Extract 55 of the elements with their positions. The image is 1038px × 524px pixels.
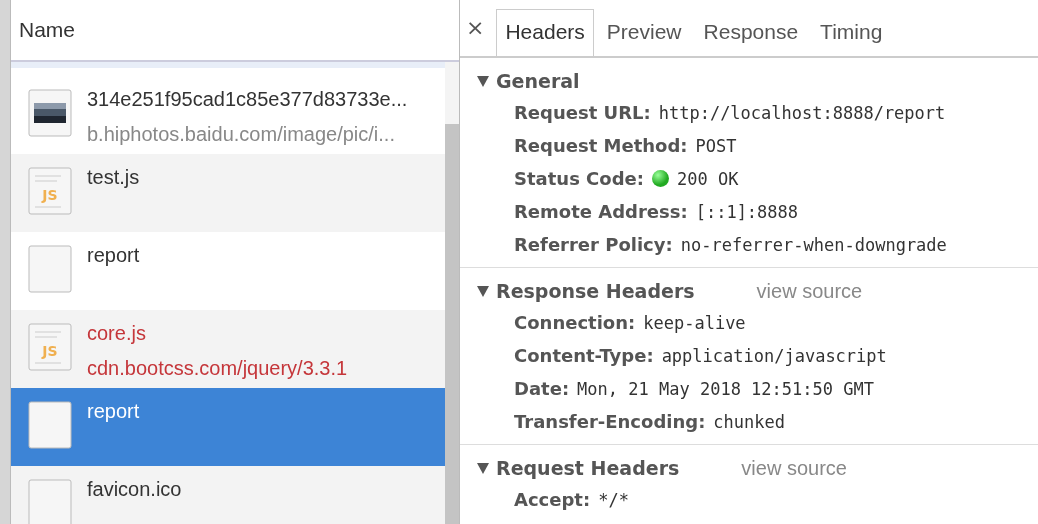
header-value: chunked: [713, 411, 785, 432]
tab[interactable]: Headers: [496, 9, 594, 56]
expanded-triangle-icon[interactable]: [476, 74, 490, 88]
header-value: 200 OK: [677, 168, 739, 189]
header-value: no-referrer-when-downgrade: [680, 234, 947, 255]
expanded-triangle-icon[interactable]: [476, 284, 490, 298]
request-domain: b.hiphotos.baidu.com/image/pic/i...: [87, 123, 396, 146]
header-name: Request URL:: [514, 102, 651, 123]
header-value: POST: [695, 135, 737, 156]
header-value: http://localhost:8888/report: [658, 102, 946, 123]
header-name: Referrer Policy:: [514, 234, 673, 255]
request-row[interactable]: favicon.ico: [11, 466, 445, 524]
header-value: Mon, 21 May 2018 12:51:50 GMT: [577, 378, 874, 399]
header-value: keep-alive: [643, 312, 746, 333]
request-name: report: [87, 400, 140, 423]
tab[interactable]: Response: [694, 9, 808, 56]
request-name: favicon.ico: [87, 478, 182, 501]
close-button[interactable]: ×: [460, 15, 493, 56]
request-row[interactable]: 314e251f95cad1c85e377d83733e... b.hiphotos.baidu.com/image/pic/i...: [11, 76, 445, 154]
column-header[interactable]: Name: [19, 18, 76, 42]
view-source-link[interactable]: view source: [741, 456, 847, 480]
request-row[interactable]: report: [11, 388, 445, 466]
file-icon: [27, 244, 73, 294]
request-domain: cdn.bootcss.com/jquery/3.3.1: [87, 357, 348, 380]
header-name: Date:: [514, 378, 570, 399]
header-value: */*: [598, 489, 629, 510]
section-title[interactable]: General: [496, 70, 580, 92]
section-title[interactable]: Request Headers: [496, 457, 680, 479]
request-row[interactable]: JS core.js cdn.bootcss.com/jquery/3.3.1: [11, 310, 445, 388]
header-name: Accept:: [514, 489, 591, 510]
expanded-triangle-icon[interactable]: [476, 461, 490, 475]
request-name: test.js: [87, 166, 140, 189]
header-name: Request Method:: [514, 135, 688, 156]
scrollbar[interactable]: [445, 62, 459, 524]
header-name: Transfer-Encoding:: [514, 411, 706, 432]
request-row[interactable]: JS test.js: [11, 154, 445, 232]
header-name: Content-Type:: [514, 345, 654, 366]
header-name: Remote Address:: [514, 201, 688, 222]
script-file-icon: JS: [27, 322, 73, 372]
view-source-link[interactable]: view source: [756, 279, 863, 303]
tab[interactable]: Preview: [597, 9, 691, 56]
section-title[interactable]: Response Headers: [496, 280, 695, 302]
script-file-icon: JS: [27, 166, 73, 216]
request-name: 314e251f95cad1c85e377d83733e...: [87, 88, 408, 111]
file-icon: [27, 478, 73, 524]
request-name: core.js: [87, 322, 147, 345]
header-name: Status Code:: [514, 168, 644, 189]
file-icon: [27, 400, 73, 450]
request-row[interactable]: report: [11, 232, 445, 310]
header-name: Connection:: [514, 312, 636, 333]
tab[interactable]: Timing: [811, 9, 892, 56]
request-name: report: [87, 244, 140, 267]
header-value: [::1]:8888: [695, 201, 799, 222]
header-value: application/javascript: [661, 345, 887, 366]
image-file-icon: [27, 88, 73, 138]
